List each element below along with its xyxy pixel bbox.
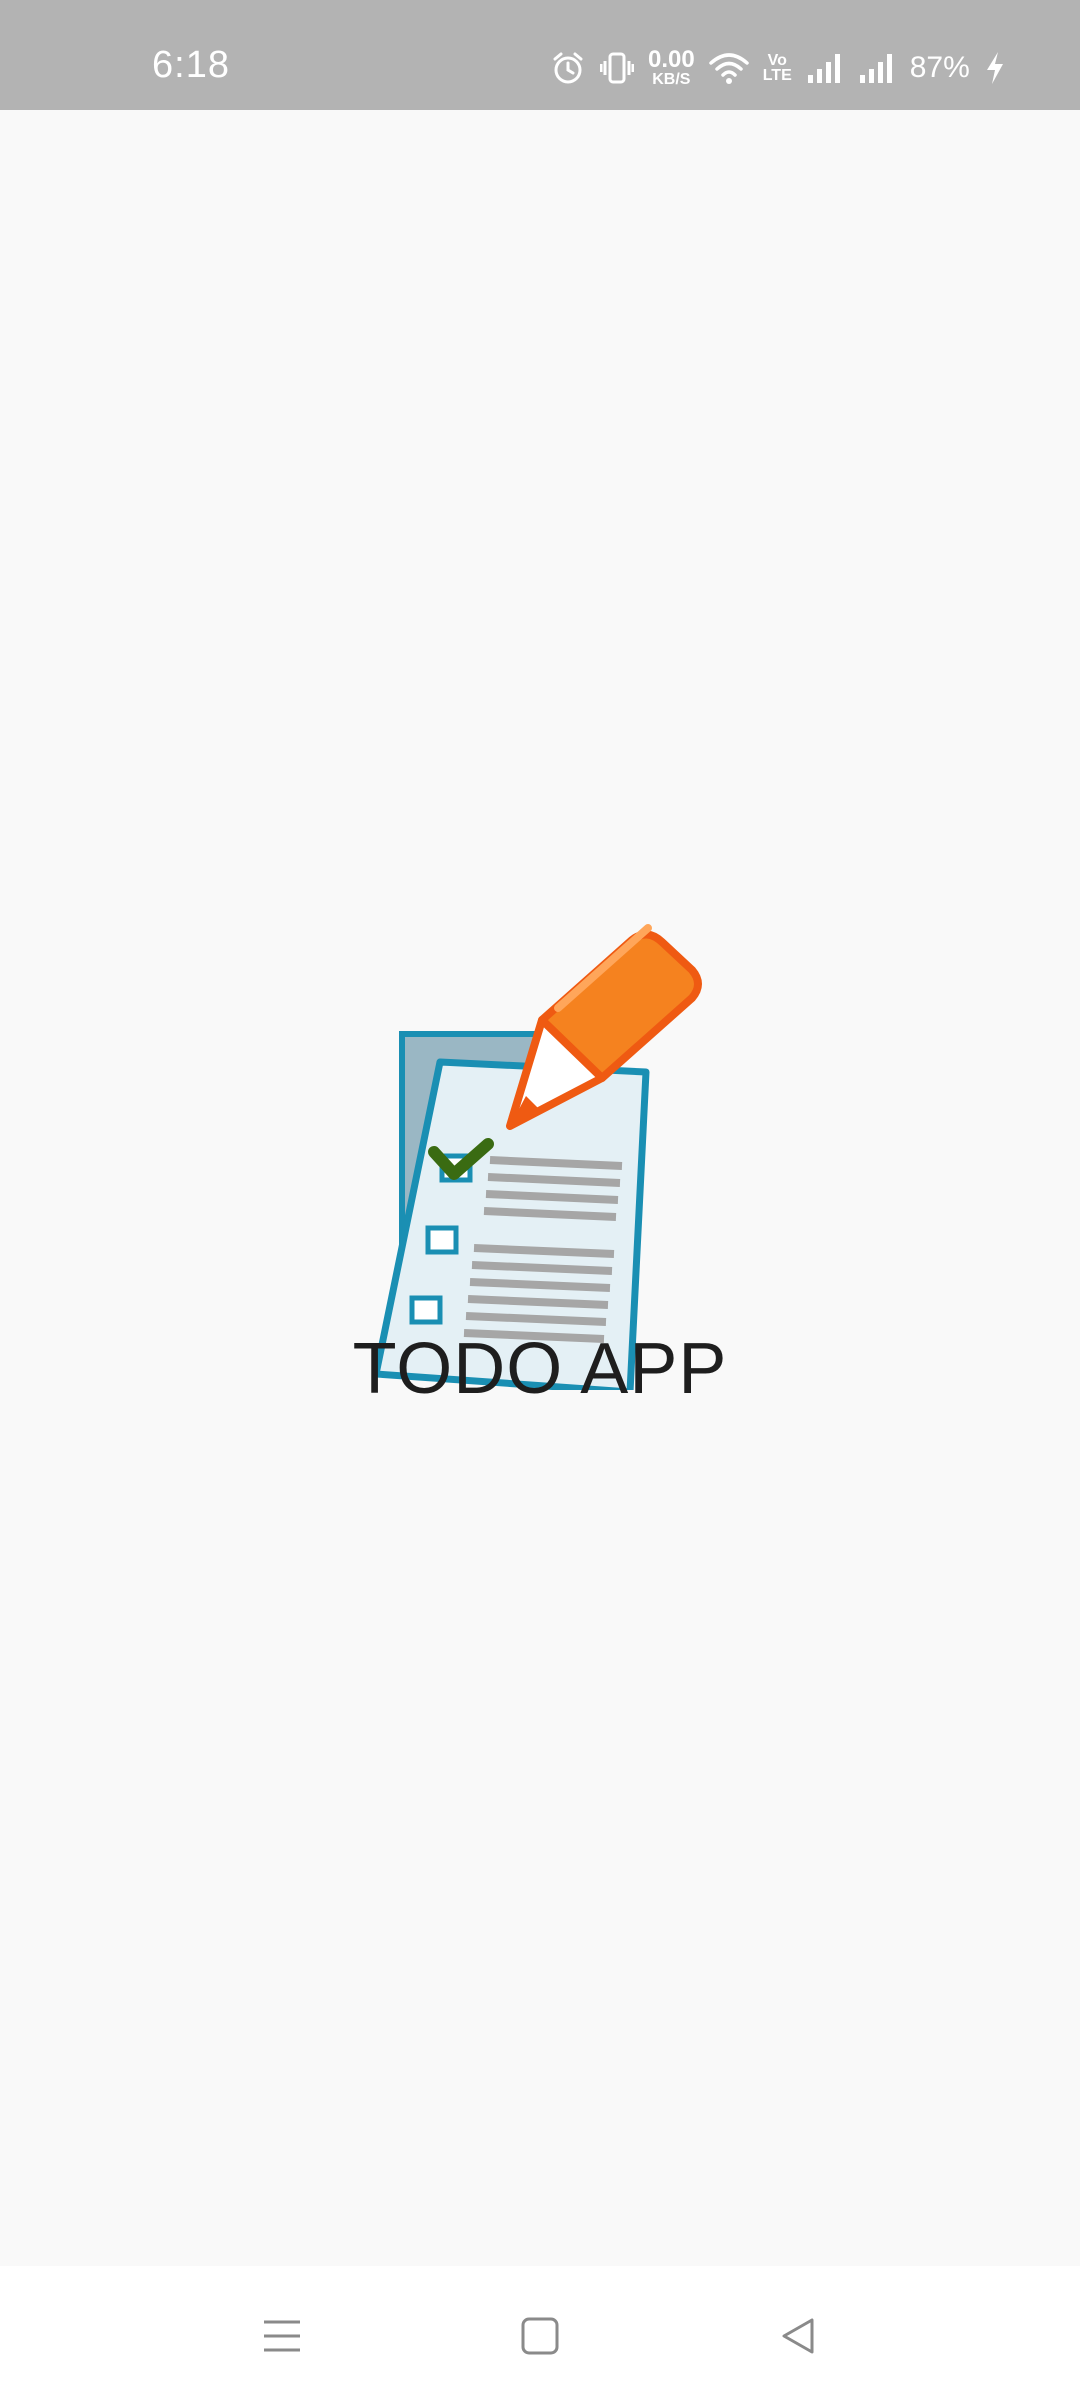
volte-icon: Vo LTE	[762, 51, 792, 84]
back-icon	[782, 2318, 814, 2354]
alarm-icon	[550, 50, 586, 86]
home-icon	[521, 2317, 559, 2355]
status-time: 6:18	[152, 44, 230, 86]
todo-checklist-logo	[372, 924, 702, 1390]
network-speed-unit: KB/S	[652, 71, 691, 88]
navigation-bar	[0, 2266, 1080, 2400]
splash-screen: TODO APP	[0, 110, 1080, 2266]
wifi-icon	[708, 51, 749, 85]
signal-icon	[858, 51, 896, 85]
network-speed-value: 0.00	[648, 46, 695, 73]
volte-top: Vo	[767, 51, 787, 69]
menu-button[interactable]	[252, 2306, 312, 2366]
home-button[interactable]	[510, 2306, 570, 2366]
volte-bottom: LTE	[762, 67, 792, 84]
checkbox-empty	[425, 1225, 459, 1255]
signal-icon	[806, 51, 844, 85]
status-bar: 6:18 0.00 KB/S Vo LTE 87%	[0, 0, 1080, 110]
network-speed: 0.00 KB/S	[648, 48, 695, 88]
status-icons: 0.00 KB/S Vo LTE 87%	[550, 44, 1006, 92]
menu-icon	[264, 2320, 300, 2352]
back-button[interactable]	[768, 2306, 828, 2366]
battery-percent: 87%	[909, 51, 970, 84]
charging-icon	[984, 50, 1006, 86]
vibrate-icon	[600, 50, 634, 86]
checkbox-empty	[409, 1295, 443, 1325]
app-title: TODO APP	[352, 1329, 728, 1409]
